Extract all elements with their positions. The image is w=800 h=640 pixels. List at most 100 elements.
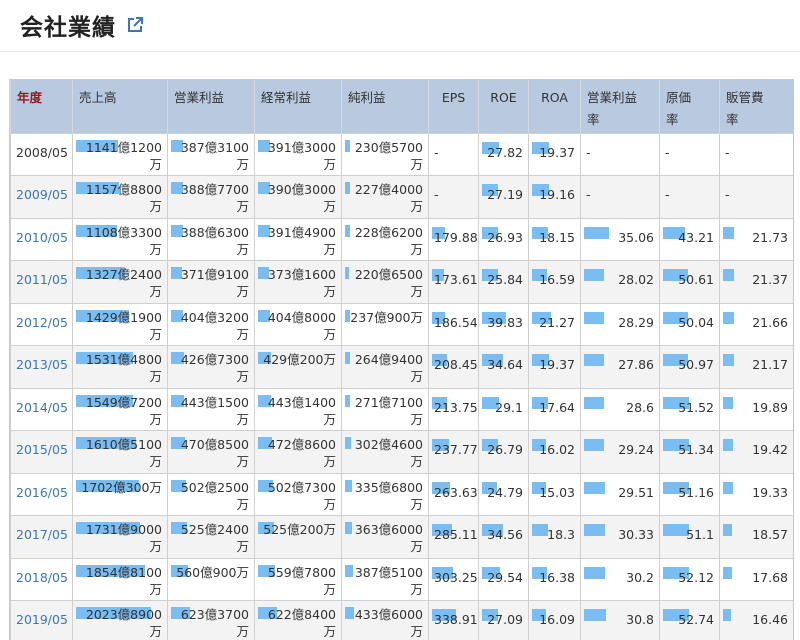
sga-ratio-cell: 21.37 bbox=[720, 261, 794, 304]
year-cell[interactable]: 2010/05 bbox=[11, 218, 73, 261]
header-operating-profit: 営業利益 bbox=[168, 80, 255, 133]
ordinary-profit-cell: 525億200万 bbox=[255, 516, 342, 559]
cost-ratio-cell: 52.74 bbox=[660, 601, 720, 640]
net-profit-cell-value: 230億5700 bbox=[347, 139, 423, 156]
roa-cell: 19.16 bbox=[529, 176, 581, 219]
net-profit-cell: 230億5700万 bbox=[342, 133, 429, 176]
header-eps: EPS bbox=[429, 80, 479, 133]
year-cell[interactable]: 2017/05 bbox=[11, 516, 73, 559]
sales-cell-unit: 万 bbox=[78, 411, 162, 428]
ordinary-profit-cell-unit: 万 bbox=[260, 496, 336, 513]
header-roe: ROE bbox=[479, 80, 529, 133]
roa-cell-value: 17.64 bbox=[539, 400, 575, 415]
sales-cell-value: 1531億4800 bbox=[78, 351, 162, 368]
eps-cell-value: 186.54 bbox=[434, 315, 478, 330]
operating-margin-cell-value: 28.29 bbox=[618, 315, 654, 330]
ordinary-profit-cell: 391億4900万 bbox=[255, 218, 342, 261]
sga-ratio-cell-value: 18.57 bbox=[752, 527, 788, 542]
net-profit-cell-unit: 万 bbox=[347, 538, 423, 555]
net-profit-cell-value: 220億6500 bbox=[347, 266, 423, 283]
sales-cell-value: 1327億2400 bbox=[78, 266, 162, 283]
value-bar bbox=[584, 397, 604, 409]
sales-cell: 1108億3300万 bbox=[73, 218, 168, 261]
operating-profit-cell-unit: 万 bbox=[173, 326, 249, 343]
operating-profit-cell: 388億7700万 bbox=[168, 176, 255, 219]
sga-ratio-cell-value: - bbox=[725, 145, 730, 160]
eps-cell: 285.11 bbox=[429, 516, 479, 559]
ordinary-profit-cell-unit: 万 bbox=[260, 326, 336, 343]
year-cell[interactable]: 2009/05 bbox=[11, 176, 73, 219]
cost-ratio-cell-value: 51.16 bbox=[678, 485, 714, 500]
sga-ratio-cell-value: 21.37 bbox=[752, 272, 788, 287]
year-cell[interactable]: 2014/05 bbox=[11, 388, 73, 431]
net-profit-cell-value: 264億9400 bbox=[347, 351, 423, 368]
header-sga-ratio: 販管費率 bbox=[720, 80, 794, 133]
eps-cell: 263.63 bbox=[429, 473, 479, 516]
net-profit-cell: 433億6000万 bbox=[342, 601, 429, 640]
net-profit-cell-value: 433億6000 bbox=[347, 606, 423, 623]
ordinary-profit-cell: 622億8400万 bbox=[255, 601, 342, 640]
operating-margin-cell: 35.06 bbox=[581, 218, 660, 261]
roe-cell: 29.1 bbox=[479, 388, 529, 431]
roa-cell-value: 16.59 bbox=[539, 272, 575, 287]
roa-cell-value: 16.09 bbox=[539, 612, 575, 627]
year-cell[interactable]: 2013/05 bbox=[11, 346, 73, 389]
operating-margin-cell: 30.33 bbox=[581, 516, 660, 559]
net-profit-cell-unit: 万 bbox=[347, 198, 423, 215]
operating-profit-cell-value: 560億900万 bbox=[173, 564, 249, 581]
ordinary-profit-cell-value: 622億8400 bbox=[260, 606, 336, 623]
ordinary-profit-cell-value: 429億200万 bbox=[260, 351, 336, 368]
roa-cell: 16.09 bbox=[529, 601, 581, 640]
operating-profit-cell-value: 470億8500 bbox=[173, 436, 249, 453]
ordinary-profit-cell: 443億1400万 bbox=[255, 388, 342, 431]
value-bar bbox=[584, 227, 609, 239]
year-cell[interactable]: 2019/05 bbox=[11, 601, 73, 640]
sales-cell-value: 1702億300万 bbox=[78, 479, 162, 496]
year-cell[interactable]: 2016/05 bbox=[11, 473, 73, 516]
ordinary-profit-cell-unit: 万 bbox=[260, 198, 336, 215]
year-cell[interactable]: 2011/05 bbox=[11, 261, 73, 304]
operating-profit-cell: 371億9100万 bbox=[168, 261, 255, 304]
net-profit-cell: 227億4000万 bbox=[342, 176, 429, 219]
operating-profit-cell: 443億1500万 bbox=[168, 388, 255, 431]
roa-cell: 17.64 bbox=[529, 388, 581, 431]
roe-cell-value: 39.83 bbox=[487, 315, 523, 330]
sga-ratio-cell: 18.57 bbox=[720, 516, 794, 559]
roe-cell: 24.79 bbox=[479, 473, 529, 516]
operating-margin-cell: 29.24 bbox=[581, 431, 660, 474]
net-profit-cell-value: 227億4000 bbox=[347, 181, 423, 198]
external-link-icon[interactable] bbox=[126, 16, 144, 34]
header-label: 純利益 bbox=[348, 87, 422, 109]
header-sales: 売上高 bbox=[73, 80, 168, 133]
operating-profit-cell-value: 623億3700 bbox=[173, 606, 249, 623]
ordinary-profit-cell-value: 391億4900 bbox=[260, 224, 336, 241]
roa-cell-value: 19.16 bbox=[539, 187, 575, 202]
roe-cell: 27.09 bbox=[479, 601, 529, 640]
year-cell[interactable]: 2015/05 bbox=[11, 431, 73, 474]
eps-cell: - bbox=[429, 133, 479, 176]
roe-cell-value: 25.84 bbox=[487, 272, 523, 287]
ordinary-profit-cell-value: 525億200万 bbox=[260, 521, 336, 538]
net-profit-cell: 363億6000万 bbox=[342, 516, 429, 559]
header-label: 営業利益 bbox=[174, 87, 248, 109]
table-row: 2013/051531億4800万426億7300万429億200万264億94… bbox=[11, 346, 794, 389]
header-label: 販管費 bbox=[726, 87, 787, 109]
header-label: 売上高 bbox=[79, 87, 161, 109]
operating-margin-cell-value: 28.6 bbox=[626, 400, 654, 415]
operating-profit-cell-unit: 万 bbox=[173, 538, 249, 555]
value-bar bbox=[584, 269, 604, 281]
sales-cell-value: 1141億1200 bbox=[78, 139, 162, 156]
operating-margin-cell-value: 30.8 bbox=[626, 612, 654, 627]
sga-ratio-cell-value: 19.89 bbox=[752, 400, 788, 415]
ordinary-profit-cell-value: 373億1600 bbox=[260, 266, 336, 283]
net-profit-cell: 264億9400万 bbox=[342, 346, 429, 389]
year-cell[interactable]: 2018/05 bbox=[11, 558, 73, 601]
net-profit-cell: 228億6200万 bbox=[342, 218, 429, 261]
table-row: 2015/051610億5100万470億8500万472億8600万302億4… bbox=[11, 431, 794, 474]
cost-ratio-cell-value: - bbox=[665, 145, 670, 160]
net-profit-cell-unit: 万 bbox=[347, 156, 423, 173]
year-cell[interactable]: 2012/05 bbox=[11, 303, 73, 346]
eps-cell: - bbox=[429, 176, 479, 219]
header-label: 経常利益 bbox=[261, 87, 335, 109]
sga-ratio-cell-value: - bbox=[725, 187, 730, 202]
